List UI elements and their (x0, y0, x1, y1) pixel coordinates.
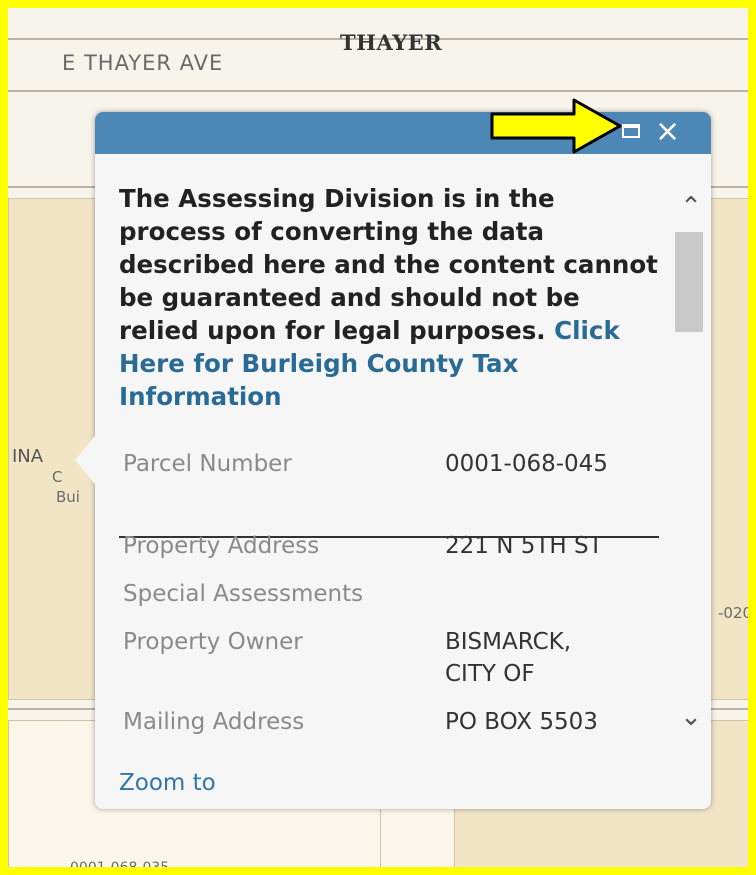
parcel-label: -020 (718, 604, 748, 622)
popup-content: The Assessing Division is in the process… (119, 182, 659, 413)
chevron-up-icon[interactable]: ⌃ (675, 192, 707, 222)
notice-text: The Assessing Division is in the process… (119, 182, 659, 413)
street-label-bold: THAYER (340, 30, 443, 55)
field-value: PO BOX 5503 (445, 709, 598, 735)
close-icon[interactable]: × (655, 116, 680, 148)
zoom-to-link[interactable]: Zoom to (119, 770, 216, 796)
road-line (8, 90, 748, 92)
parcel[interactable] (708, 198, 748, 700)
scrollbar-thumb[interactable] (675, 232, 703, 332)
field-label: Property Address (123, 533, 320, 559)
field-value: 0001-068-045 (445, 451, 608, 477)
field-label: Parcel Number (123, 451, 292, 477)
chevron-down-icon[interactable]: ⌄ (675, 702, 707, 732)
parcel-label: C (52, 468, 63, 486)
arrow-annotation-icon (490, 98, 622, 154)
field-value: 221 N 5TH ST (445, 533, 603, 559)
parcel-label: INA (12, 446, 44, 467)
parcel-label: 0001-068-035 (70, 860, 169, 867)
field-value: BISMARCK, CITY OF (445, 629, 572, 687)
scrollbar[interactable]: ⌃ ⌄ (675, 192, 707, 772)
street-label: E THAYER AVE (62, 51, 224, 75)
maximize-icon[interactable] (622, 124, 640, 138)
field-label: Mailing Address (123, 709, 305, 735)
popup-pointer (75, 436, 95, 484)
parcel-label: Bui (56, 488, 80, 506)
field-label: Special Assessments (123, 581, 364, 607)
field-label: Property Owner (123, 629, 303, 655)
info-popup: × The Assessing Division is in the proce… (75, 112, 711, 809)
